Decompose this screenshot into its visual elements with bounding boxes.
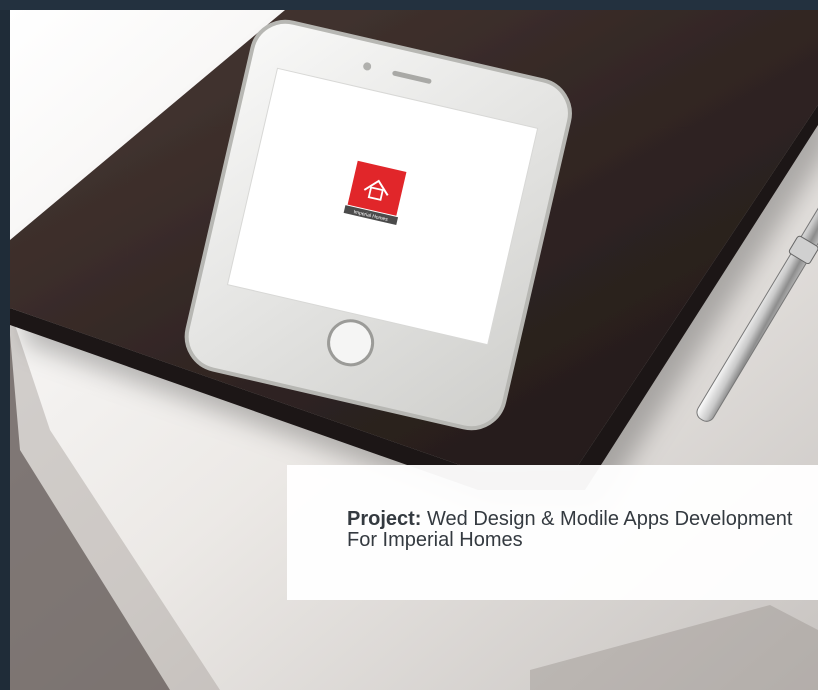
portfolio-card: Imperial Homes Project: Wed Design & Mod… [0, 0, 818, 690]
project-caption-card: Project: Wed Design & Modile Apps Develo… [287, 465, 818, 600]
left-border [0, 10, 10, 690]
project-caption: Project: Wed Design & Modile Apps Develo… [347, 509, 794, 551]
top-border [0, 0, 818, 10]
caption-label: Project: [347, 508, 422, 530]
